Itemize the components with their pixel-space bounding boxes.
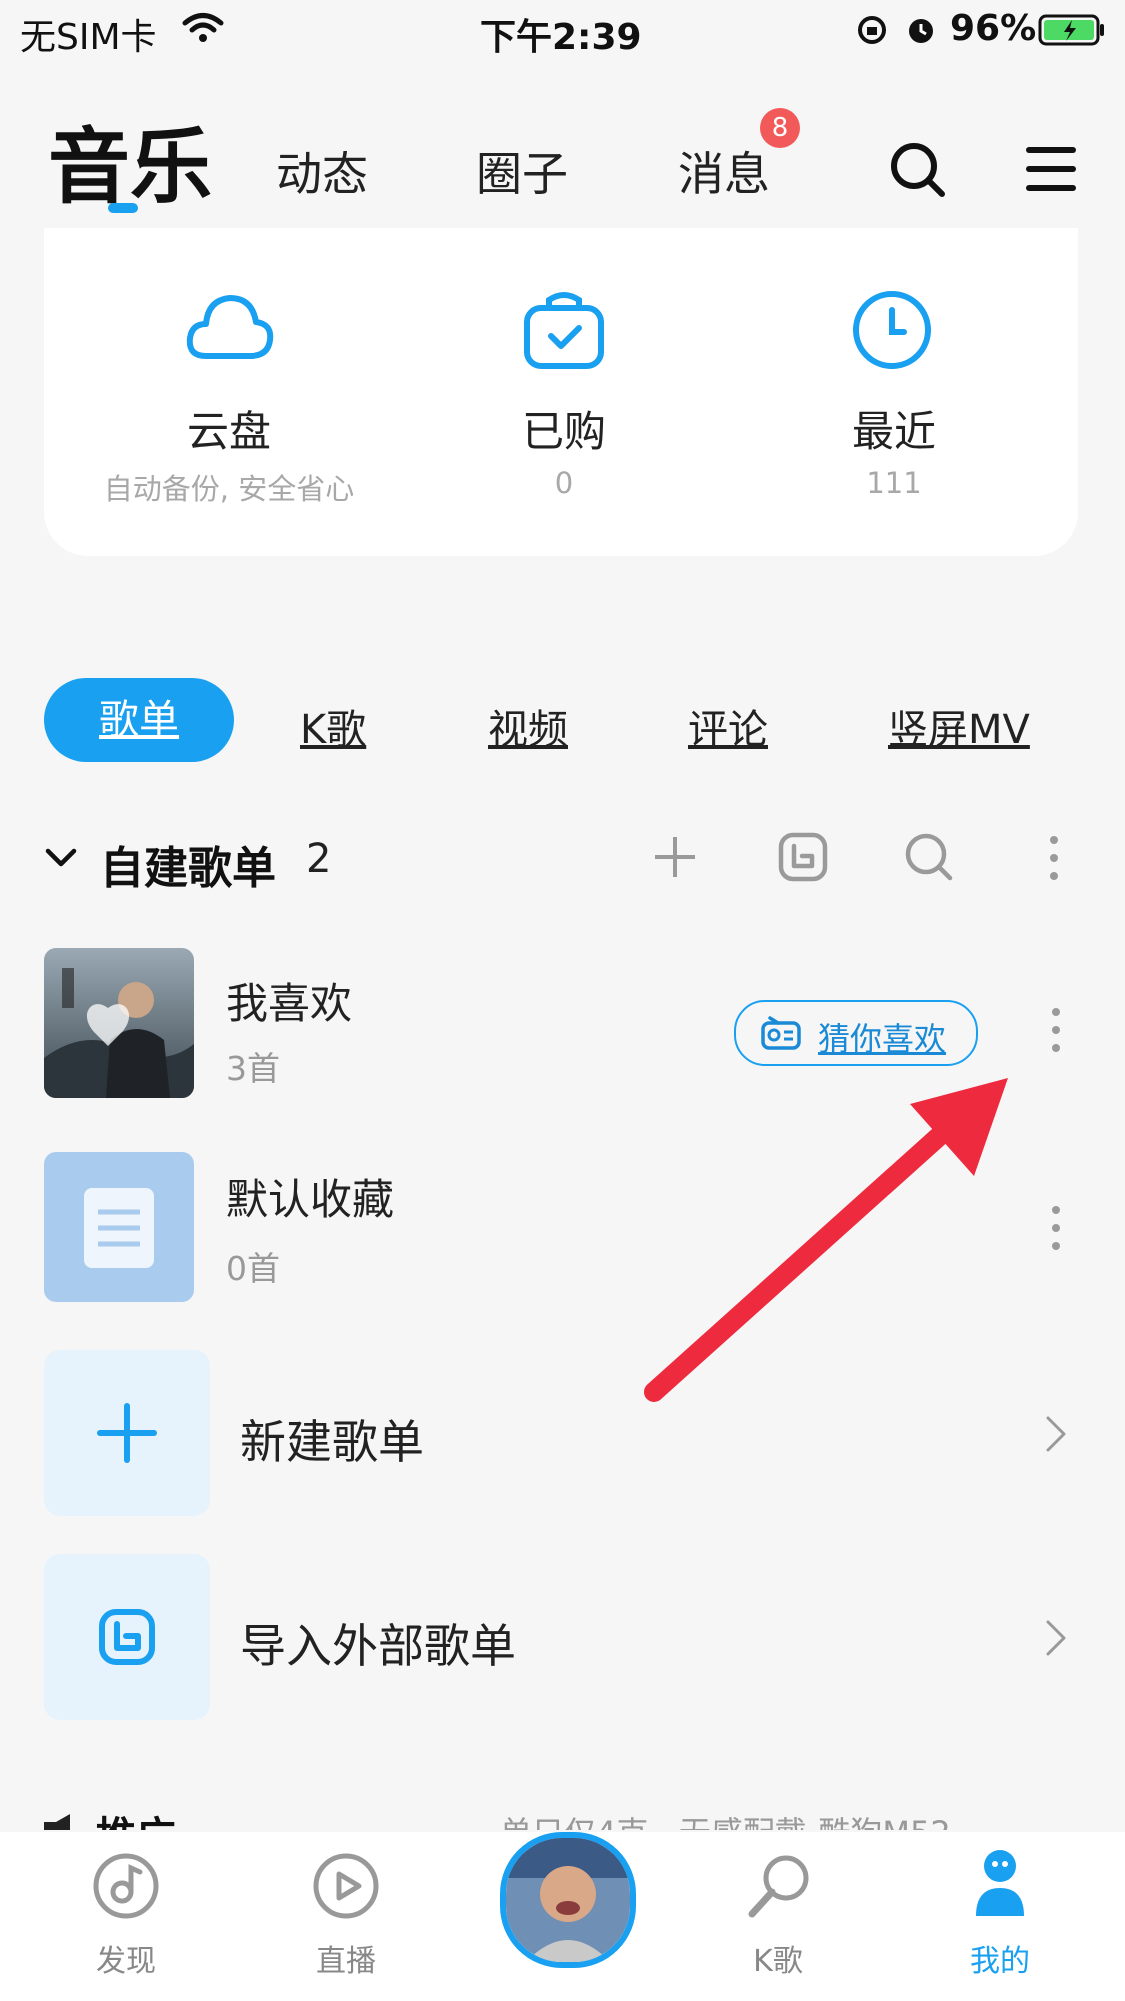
- category-ksong[interactable]: K歌: [300, 697, 366, 755]
- category-playlist[interactable]: 歌单: [44, 678, 234, 762]
- quick-access-card: 云盘 自动备份, 安全省心 已购 0 最近 111: [44, 228, 1078, 556]
- liked-cover-image: [44, 948, 194, 1098]
- more-icon[interactable]: [1046, 834, 1062, 882]
- recent-count: 111: [866, 466, 922, 500]
- nav-mine[interactable]: 我的: [940, 1832, 1060, 2001]
- clock-time: 下午2:39: [480, 17, 642, 58]
- playlist-count: 0首: [226, 1249, 280, 1288]
- tab-dynamic[interactable]: 动态: [276, 138, 368, 204]
- import-playlist-label: 导入外部歌单: [240, 1619, 516, 1673]
- chevron-down-icon[interactable]: [44, 846, 78, 870]
- promo-strip[interactable]: 推广 单只仅4克 无感配戴-酷狗M52: [0, 1800, 1125, 1830]
- annotation-arrow: [644, 1078, 1008, 1402]
- bottom-nav: 发现 直播 K歌 我的: [0, 1832, 1125, 2001]
- purchased-entry[interactable]: 已购 0: [414, 288, 714, 508]
- section-count: 2: [306, 836, 332, 882]
- radio-icon: [761, 1016, 801, 1050]
- cloud-icon: [186, 295, 274, 359]
- alarm-icon: [909, 19, 933, 43]
- playlist-title: 默认收藏: [226, 1175, 395, 1224]
- chevron-right-icon: [1046, 1620, 1066, 1656]
- tab-messages[interactable]: 消息: [678, 138, 770, 204]
- import-playlist-tile: [44, 1554, 210, 1720]
- nav-discover[interactable]: 发现: [66, 1832, 186, 2001]
- cloud-label: 云盘: [186, 407, 271, 456]
- add-icon[interactable]: [652, 834, 698, 880]
- tab-circle[interactable]: 圈子: [476, 138, 568, 204]
- tab-music[interactable]: 音乐: [48, 100, 212, 219]
- rotation-lock-icon: [858, 16, 886, 44]
- active-tab-indicator: [108, 203, 138, 213]
- chevron-right-icon: [1046, 1416, 1066, 1452]
- default-cover-image: [44, 1152, 194, 1302]
- wifi-icon: [182, 13, 224, 42]
- category-video[interactable]: 视频: [488, 697, 568, 755]
- profile-icon: [976, 1850, 1024, 1916]
- discover-icon: [93, 1853, 159, 1919]
- import-icon[interactable]: [778, 832, 828, 882]
- plus-icon: [97, 1403, 157, 1463]
- liked-more-icon[interactable]: [1048, 1006, 1064, 1054]
- purchased-bag-icon: [524, 292, 604, 369]
- live-play-icon: [313, 1853, 379, 1919]
- battery-percent: 96%: [950, 8, 1037, 49]
- purchased-count: 0: [554, 466, 574, 500]
- nav-mine-label: 我的: [970, 1944, 1030, 1979]
- nav-ksong-label: K歌: [753, 1944, 803, 1979]
- nav-live-label: 直播: [316, 1944, 376, 1979]
- purchased-label: 已购: [521, 407, 606, 456]
- recent-entry[interactable]: 最近 111: [744, 288, 1044, 508]
- battery-icon: [1038, 14, 1104, 46]
- promo-title: 推广: [96, 1804, 176, 1830]
- recent-label: 最近: [851, 407, 936, 456]
- messages-badge: 8: [760, 108, 800, 148]
- cloud-drive-entry[interactable]: 云盘 自动备份, 安全省心: [74, 288, 384, 508]
- microphone-icon: [748, 1855, 809, 1918]
- clock-icon: [853, 291, 931, 369]
- section-title: 自建歌单: [100, 843, 276, 894]
- create-playlist-label: 新建歌单: [240, 1415, 424, 1469]
- category-comments[interactable]: 评论: [688, 697, 768, 755]
- search-icon[interactable]: [888, 140, 948, 200]
- now-playing-avatar[interactable]: [500, 1832, 636, 1968]
- import-playlist-row[interactable]: 导入外部歌单: [44, 1554, 1084, 1720]
- default-more-icon[interactable]: [1048, 1204, 1064, 1252]
- playlist-title: 我喜欢: [226, 979, 353, 1028]
- megaphone-icon: [44, 1814, 70, 1830]
- playlist-count: 3首: [226, 1049, 280, 1088]
- guess-you-like-label: 猜你喜欢: [818, 1020, 947, 1058]
- create-playlist-tile: [44, 1350, 210, 1516]
- menu-icon[interactable]: [1026, 144, 1076, 194]
- promo-text: 单只仅4克 无感配戴-酷狗M52: [500, 1808, 951, 1830]
- carrier-label: 无SIM卡: [20, 17, 157, 58]
- import-icon: [99, 1609, 155, 1665]
- nav-live[interactable]: 直播: [286, 1832, 406, 2001]
- search-playlist-icon[interactable]: [904, 832, 954, 882]
- category-vertical-mv[interactable]: 竖屏MV: [888, 697, 1030, 755]
- guess-you-like-button[interactable]: 猜你喜欢: [734, 1000, 978, 1066]
- status-bar: 无SIM卡 下午2:39 96%: [0, 0, 1125, 60]
- cloud-sub: 自动备份, 安全省心: [103, 472, 355, 506]
- nav-discover-label: 发现: [96, 1944, 156, 1979]
- nav-ksong[interactable]: K歌: [718, 1832, 838, 2001]
